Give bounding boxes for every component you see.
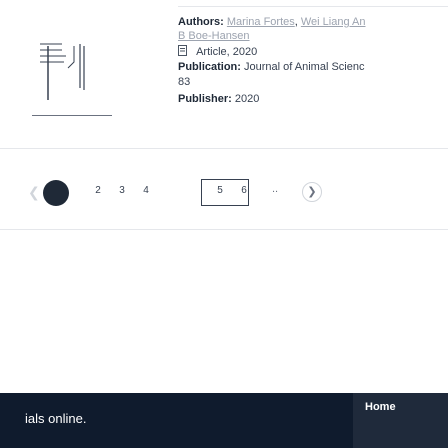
publication-value: Journal of Animal Scienc — [244, 61, 365, 73]
baseline-rule — [32, 113, 112, 116]
page-link[interactable]: 4 — [139, 185, 153, 196]
page-link[interactable]: 2 — [91, 185, 105, 196]
page-ellipsis: .. — [272, 183, 279, 195]
footer-text: ials online. — [25, 411, 87, 426]
section-divider — [0, 148, 448, 149]
author-link[interactable]: Wei Liang An — [301, 16, 366, 28]
publication-label: Publication: — [178, 61, 241, 73]
publisher-label: Publisher: — [178, 93, 232, 105]
page-current[interactable] — [43, 180, 69, 206]
pagination: ❮ 2 3 4 5 6 .. ❯ — [0, 173, 448, 213]
publication-value-line2: 83 — [178, 76, 191, 88]
publisher-row: Publisher: 2020 — [178, 92, 259, 106]
type-row: Article, 2020 — [178, 45, 257, 59]
page-link[interactable]: 5 — [213, 185, 227, 196]
publisher-value: 2020 — [234, 93, 260, 105]
chevron-right-icon[interactable]: ❯ — [302, 182, 322, 202]
chevron-left-icon[interactable]: ❮ — [28, 184, 40, 202]
home-link[interactable]: Home — [365, 401, 396, 413]
authors-row-continued: B Boe-Hansen — [178, 29, 250, 43]
author-link[interactable]: B Boe-Hansen — [178, 30, 250, 42]
article-icon — [178, 45, 187, 56]
home-nav[interactable]: Home — [353, 393, 448, 448]
pager-divider — [0, 229, 448, 230]
site-footer: ials online. Home — [0, 393, 448, 448]
page-link[interactable]: 6 — [237, 185, 251, 196]
author-link[interactable]: Marina Fortes — [227, 16, 295, 28]
page-link[interactable]: 3 — [115, 185, 129, 196]
authors-row: Authors: Marina Fortes, Wei Liang An — [178, 16, 366, 28]
authors-label: Authors: — [178, 16, 224, 28]
type-value: Article, 2020 — [196, 46, 258, 58]
document-icon — [40, 43, 85, 100]
publication-row: Publication: Journal of Animal Scienc — [178, 60, 364, 74]
publication-row-continued: 83 — [178, 75, 190, 89]
top-rule — [178, 0, 448, 7]
